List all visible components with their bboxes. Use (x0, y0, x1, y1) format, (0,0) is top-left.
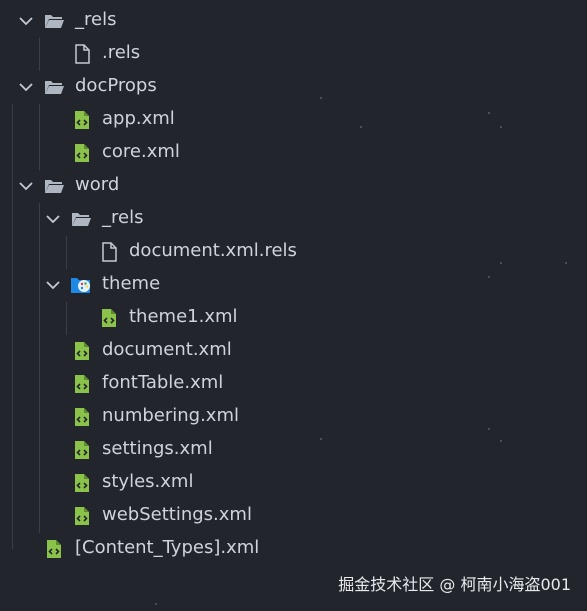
tree-item-label: [Content_Types].xml (75, 537, 260, 558)
tree-item-label: numbering.xml (102, 405, 239, 426)
tree-file-websettings-xml[interactable]: webSettings.xml (0, 499, 587, 532)
tree-item-label: word (75, 174, 120, 195)
xml-file-icon (75, 408, 89, 426)
background-dot (320, 438, 322, 440)
tree-item-label: .rels (102, 42, 141, 63)
chevron-down-icon[interactable] (44, 276, 62, 294)
tree-folder-theme[interactable]: theme (0, 268, 587, 301)
tree-item-label: settings.xml (102, 438, 213, 459)
xml-file-icon (47, 540, 61, 558)
tree-item-label: theme1.xml (129, 306, 238, 327)
tree-folder-word-rels[interactable]: _rels (0, 202, 587, 235)
tree-file-app-xml[interactable]: app.xml (0, 103, 587, 136)
folder-open-icon (45, 81, 64, 94)
background-dot (500, 126, 502, 128)
watermark: 掘金技术社区 @ 柯南小海盗001 (338, 575, 571, 594)
background-dot (500, 440, 502, 442)
tree-file-document-xml-rels[interactable]: document.xml.rels (0, 235, 587, 268)
tree-item-label: document.xml (102, 339, 232, 360)
tree-item-label: _rels (102, 207, 144, 228)
tree-item-label: styles.xml (102, 471, 194, 492)
tree-item-label: core.xml (102, 141, 180, 162)
tree-item-label: webSettings.xml (102, 504, 252, 525)
tree-file-core-xml[interactable]: core.xml (0, 136, 587, 169)
background-dot (488, 428, 490, 430)
xml-file-icon (75, 375, 89, 393)
tree-item-label: app.xml (102, 108, 175, 129)
xml-file-icon (75, 474, 89, 492)
background-dot (500, 262, 502, 264)
tree-file-document-xml[interactable]: document.xml (0, 334, 587, 367)
tree-file-content-types-xml[interactable]: [Content_Types].xml (0, 532, 587, 565)
xml-file-icon (75, 111, 89, 129)
theme-folder-icon (71, 278, 90, 293)
xml-file-icon (75, 507, 89, 525)
tree-item-label: theme (102, 273, 161, 294)
file-icon (102, 242, 117, 262)
chevron-down-icon[interactable] (17, 177, 35, 195)
chevron-down-icon[interactable] (44, 210, 62, 228)
tree-item-label: fontTable.xml (102, 372, 224, 393)
tree-item-label: docProps (75, 75, 157, 96)
background-dot (360, 126, 362, 128)
tree-file-fonttable-xml[interactable]: fontTable.xml (0, 367, 587, 400)
folder-open-icon (45, 15, 64, 28)
tree-folder-docprops[interactable]: docProps (0, 70, 587, 103)
background-dot (565, 262, 567, 264)
background-dot (320, 97, 322, 99)
xml-file-icon (75, 144, 89, 162)
folder-open-icon (72, 213, 91, 226)
tree-file-settings-xml[interactable]: settings.xml (0, 433, 587, 466)
tree-item-label: document.xml.rels (129, 240, 297, 261)
background-dot (155, 603, 157, 605)
background-dot (488, 276, 490, 278)
chevron-down-icon[interactable] (17, 12, 35, 30)
file-icon (75, 44, 90, 64)
tree-file-rels[interactable]: .rels (0, 37, 587, 70)
xml-file-icon (75, 342, 89, 360)
xml-file-icon (75, 441, 89, 459)
xml-file-icon (102, 309, 116, 327)
tree-file-numbering-xml[interactable]: numbering.xml (0, 400, 587, 433)
background-dot (488, 112, 490, 114)
tree-file-theme1-xml[interactable]: theme1.xml (0, 301, 587, 334)
tree-file-styles-xml[interactable]: styles.xml (0, 466, 587, 499)
folder-open-icon (45, 180, 64, 193)
file-tree: _rels .rels docProps app.xml core.xml wo… (0, 4, 587, 565)
tree-folder-word[interactable]: word (0, 169, 587, 202)
chevron-down-icon[interactable] (17, 78, 35, 96)
tree-folder-rels[interactable]: _rels (0, 4, 587, 37)
tree-item-label: _rels (75, 9, 117, 30)
